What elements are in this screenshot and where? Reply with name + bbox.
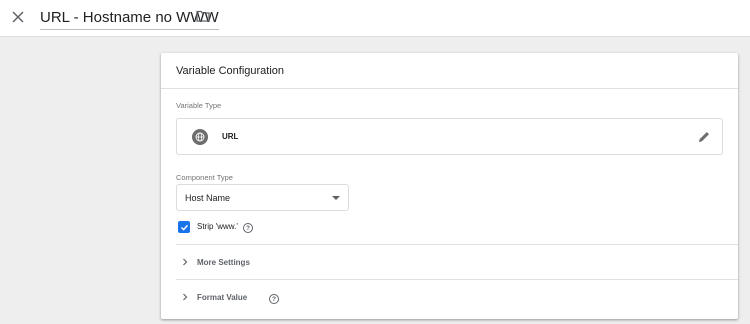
component-type-select[interactable]: Host Name xyxy=(176,184,349,211)
variable-name: URL - Hostname no WWW xyxy=(40,9,219,26)
component-type-label: Component Type xyxy=(176,173,233,182)
variable-type-selector[interactable]: URL xyxy=(176,118,723,155)
strip-www-checkbox[interactable] xyxy=(178,221,190,233)
close-icon xyxy=(12,11,24,23)
card-header: Variable Configuration xyxy=(161,53,738,89)
checkmark-icon xyxy=(180,224,188,231)
pencil-icon[interactable] xyxy=(696,129,712,145)
variable-name-field[interactable]: URL - Hostname no WWW xyxy=(40,8,219,30)
folder-icon xyxy=(196,10,210,22)
chevron-right-icon xyxy=(183,293,188,301)
variable-configuration-card: Variable Configuration Variable Type URL… xyxy=(161,53,738,319)
variable-type-label: Variable Type xyxy=(176,101,222,110)
top-bar: URL - Hostname no WWW xyxy=(0,0,750,37)
strip-www-label: Strip 'www.' xyxy=(197,222,238,231)
format-value-label: Format Value xyxy=(197,293,248,302)
help-icon[interactable]: ? xyxy=(243,223,253,233)
dropdown-arrow-icon xyxy=(332,196,340,200)
help-icon[interactable]: ? xyxy=(269,294,279,304)
format-value-expander[interactable]: Format Value ? xyxy=(176,280,738,314)
more-settings-label: More Settings xyxy=(197,258,250,267)
card-title: Variable Configuration xyxy=(176,64,285,77)
close-button[interactable] xyxy=(8,7,28,27)
variable-type-value: URL xyxy=(222,132,239,141)
globe-icon xyxy=(192,129,208,145)
folder-button[interactable] xyxy=(196,9,212,25)
component-type-value: Host Name xyxy=(185,193,231,203)
chevron-right-icon xyxy=(183,258,188,266)
more-settings-expander[interactable]: More Settings xyxy=(176,245,738,279)
